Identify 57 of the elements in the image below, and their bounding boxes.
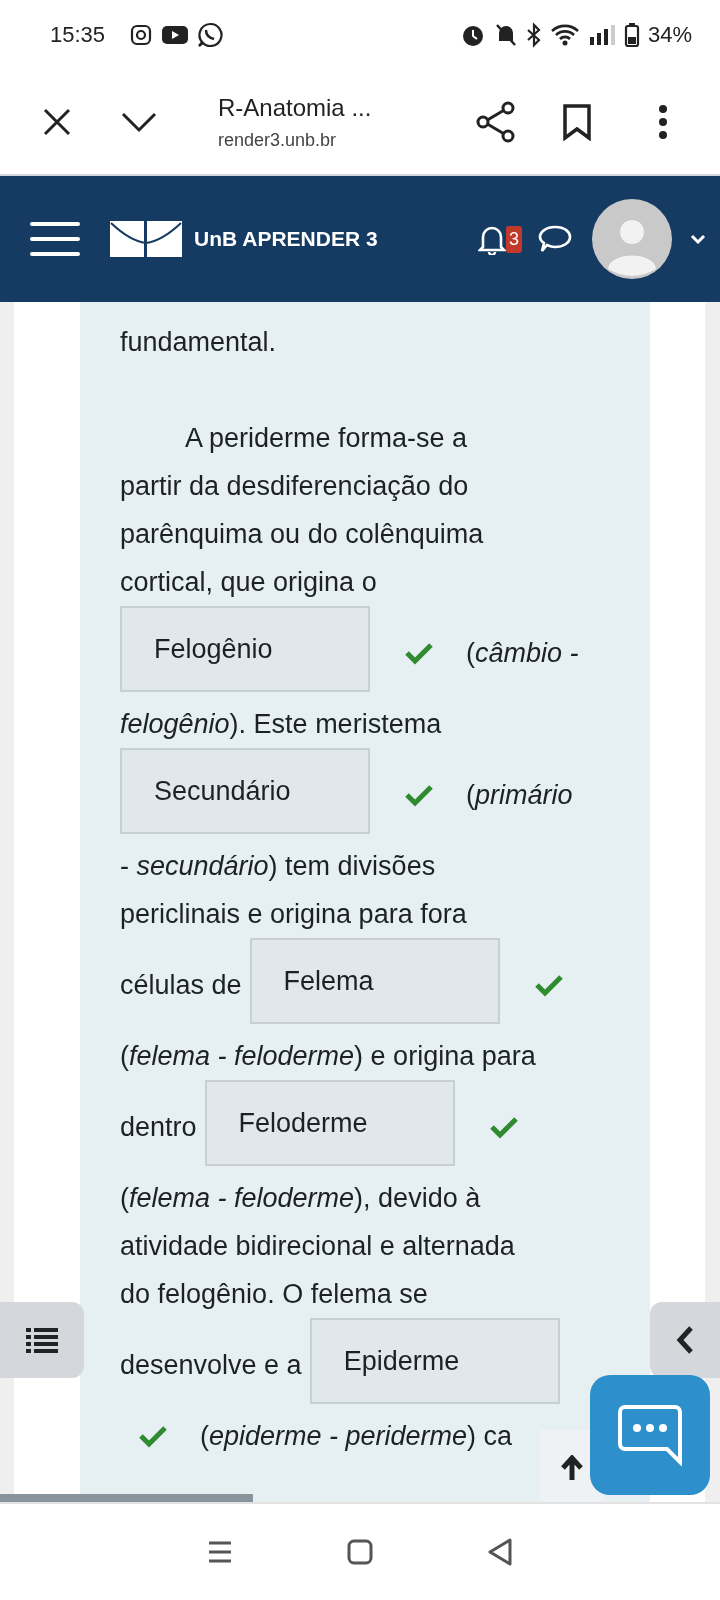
drawer-button[interactable]	[650, 1302, 720, 1378]
arrow-up-icon	[561, 1455, 583, 1481]
question-text: dentro	[120, 1111, 197, 1144]
share-icon[interactable]	[476, 101, 516, 143]
play-app-icon	[161, 24, 190, 46]
speech-bubble-icon[interactable]	[538, 223, 572, 255]
page-title: R-Anatomia ...	[218, 93, 373, 122]
answer-field[interactable]: Felema	[249, 938, 500, 1024]
question-text: felogênio). Este meristema	[120, 708, 442, 741]
battery-icon	[623, 22, 640, 48]
home-icon[interactable]	[347, 1539, 373, 1565]
bookmark-icon[interactable]	[562, 103, 592, 141]
camera-app-icon	[129, 23, 154, 47]
wifi-icon	[549, 23, 580, 47]
bluetooth-icon	[525, 22, 542, 48]
question-text: - secundário) tem divisões	[120, 850, 436, 883]
back-icon[interactable]	[487, 1537, 513, 1567]
question-text: partir da desdiferenciação do	[120, 470, 469, 503]
question-text: desenvolve e a	[120, 1349, 302, 1382]
question-text: parênquima ou do colênquima	[120, 518, 484, 551]
chevron-left-icon	[676, 1325, 694, 1355]
avatar-icon[interactable]	[592, 199, 672, 279]
question-text: (felema - feloderme) e origina para	[120, 1040, 536, 1073]
question-text: (primário	[466, 779, 573, 812]
close-icon[interactable]	[42, 107, 72, 137]
question-text: do felogênio. O felema se	[120, 1278, 428, 1311]
question-text: atividade bidirecional e alternada	[120, 1230, 515, 1263]
scrollbar[interactable]	[0, 1494, 253, 1502]
notification-badge: 3	[506, 225, 522, 253]
answer-field[interactable]: Feloderme	[204, 1080, 455, 1166]
battery-level: 34%	[647, 22, 692, 48]
signal-icon	[587, 23, 616, 47]
chat-button[interactable]	[590, 1375, 710, 1495]
question-text: A periderme forma-se a	[185, 422, 468, 455]
answer-field[interactable]: Epiderme	[309, 1318, 560, 1404]
question-text: células de	[120, 969, 242, 1002]
list-icon	[26, 1327, 58, 1353]
page-url: render3.unb.br	[218, 129, 338, 151]
menu-icon[interactable]	[30, 221, 80, 257]
question-text: (felema - feloderme), devido à	[120, 1182, 481, 1215]
question-text: fundamental.	[120, 326, 277, 359]
muted-bell-icon	[493, 22, 518, 48]
phone-chat-icon	[197, 22, 224, 48]
index-button[interactable]	[0, 1302, 84, 1378]
answer-field[interactable]: Secundário	[120, 748, 370, 834]
question-text: periclinais e origina para fora	[120, 898, 467, 931]
question-text: cortical, que origina o	[120, 566, 377, 599]
recent-apps-icon[interactable]	[207, 1540, 233, 1564]
question-text: (epiderme - periderme) ca	[200, 1420, 513, 1453]
question-text: (câmbio -	[466, 637, 579, 670]
site-name[interactable]: UnB APRENDER 3	[194, 227, 378, 251]
chat-icon	[617, 1404, 683, 1466]
chevron-down-icon[interactable]	[120, 111, 158, 133]
logo-icon[interactable]	[110, 221, 182, 257]
more-icon[interactable]	[658, 104, 668, 140]
status-time: 15:35	[50, 22, 106, 48]
answer-field[interactable]: Felogênio	[120, 606, 370, 692]
